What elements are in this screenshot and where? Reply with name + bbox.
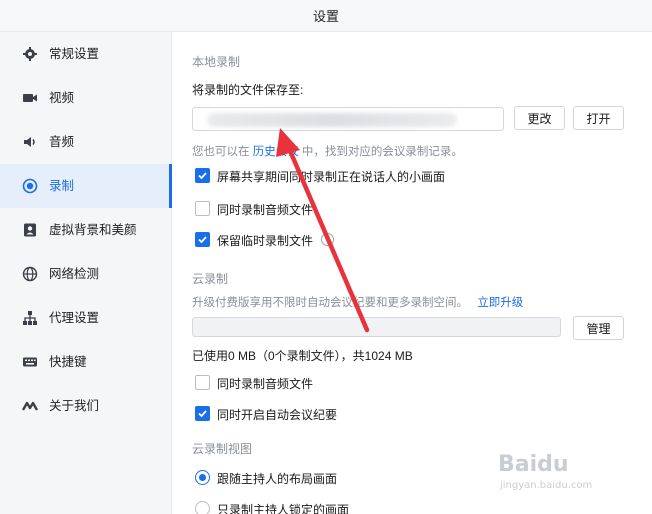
info-icon[interactable]: i <box>321 233 334 246</box>
sidebar-item-label: 快捷键 <box>49 355 87 369</box>
auto-meeting-minutes-label: 同时开启自动会议纪要 <box>217 408 338 422</box>
change-path-button[interactable]: 更改 <box>514 106 565 130</box>
follow-host-layout-label: 跟随主持人的布局画面 <box>217 472 338 486</box>
portrait-icon <box>24 223 36 237</box>
host-locked-view-radio[interactable] <box>195 501 210 514</box>
sidebar-item-about[interactable]: 关于我们 <box>0 384 172 428</box>
window-titlebar: 设置 <box>0 0 652 32</box>
upgrade-hint-text: 升级付费版享用不限时自动会议纪要和更多录制空间。 <box>192 297 468 309</box>
history-hint: 您也可以在 历史会议 中，找到对应的会议录制记录。 <box>192 143 463 159</box>
save-path-value-redacted <box>207 113 457 127</box>
sidebar-item-network-test[interactable]: 网络检测 <box>0 252 172 296</box>
speaker-icon <box>24 137 35 147</box>
save-location-label: 将录制的文件保存至: <box>192 83 304 97</box>
sidebar-item-label: 录制 <box>49 179 75 193</box>
sidebar-item-label: 音频 <box>49 135 75 149</box>
follow-host-layout-radio[interactable] <box>195 470 210 485</box>
sidebar-item-shortcuts[interactable]: 快捷键 <box>0 340 172 384</box>
sidebar-item-general[interactable]: 常规设置 <box>0 32 172 76</box>
watermark-url: jingyan.baidu.com <box>500 480 593 491</box>
local-recording-title: 本地录制 <box>192 55 241 69</box>
brand-logo-icon <box>22 401 38 411</box>
sidebar-item-audio[interactable]: 音频 <box>0 120 172 164</box>
keep-temp-files-checkbox[interactable] <box>195 232 210 247</box>
gear-icon <box>23 47 37 61</box>
history-hint-prefix: 您也可以在 <box>192 146 250 158</box>
sidebar-item-label: 视频 <box>49 91 75 105</box>
sidebar-item-label: 虚拟背景和美颜 <box>49 223 137 237</box>
cloud-storage-bar <box>192 317 561 337</box>
sidebar-item-label: 常规设置 <box>49 47 100 61</box>
local-record-audio-label: 同时录制音频文件 <box>217 203 314 217</box>
keyboard-icon <box>23 357 37 367</box>
keep-temp-files-label: 保留临时录制文件 <box>217 234 314 248</box>
record-speaker-during-share-label: 屏幕共享期间同时录制正在说话人的小画面 <box>217 170 446 184</box>
recording-settings-panel: 本地录制 将录制的文件保存至: 更改 打开 您也可以在 历史会议 中，找到对应的… <box>173 32 652 514</box>
cloud-view-title: 云录制视图 <box>192 442 253 456</box>
cloud-recording-title: 云录制 <box>192 272 229 286</box>
history-meetings-link[interactable]: 历史会议 <box>253 146 299 158</box>
sidebar-item-label: 网络检测 <box>49 267 100 281</box>
save-path-field[interactable] <box>192 107 504 131</box>
sidebar-item-label: 关于我们 <box>49 399 100 413</box>
sidebar-item-proxy[interactable]: 代理设置 <box>0 296 172 340</box>
cloud-record-audio-label: 同时录制音频文件 <box>217 377 314 391</box>
sidebar-item-recording[interactable]: 录制 <box>0 164 172 208</box>
history-hint-suffix: 中，找到对应的会议录制记录。 <box>301 146 463 158</box>
upgrade-now-link[interactable]: 立即升级 <box>477 297 523 309</box>
baidu-watermark: Baidu jingyan.baidu.com <box>498 452 618 500</box>
host-locked-view-label: 只录制主持人锁定的画面 <box>217 503 350 514</box>
watermark-brand: Baidu <box>498 452 569 477</box>
network-tree-icon <box>23 311 37 325</box>
cloud-usage-text: 已使用0 MB（0个录制文件），共1024 MB <box>192 349 413 363</box>
manage-button[interactable]: 管理 <box>573 316 624 340</box>
sidebar-item-label: 代理设置 <box>49 311 100 325</box>
settings-sidebar: 常规设置 视频 音频 录制 虚拟背景和美颜 网络检测 代理设置 快捷键 关于我们 <box>0 32 172 514</box>
checkmark-icon <box>198 172 207 180</box>
upgrade-hint: 升级付费版享用不限时自动会议纪要和更多录制空间。 立即升级 <box>192 294 523 310</box>
window-title: 设置 <box>312 9 339 24</box>
record-speaker-during-share-checkbox[interactable] <box>195 168 210 183</box>
sidebar-item-virtual-background[interactable]: 虚拟背景和美颜 <box>0 208 172 252</box>
open-folder-button[interactable]: 打开 <box>573 106 624 130</box>
local-record-audio-checkbox[interactable] <box>195 201 210 216</box>
sidebar-item-video[interactable]: 视频 <box>0 76 172 120</box>
checkmark-icon <box>198 236 207 244</box>
auto-meeting-minutes-checkbox[interactable] <box>195 406 210 421</box>
cloud-record-audio-checkbox[interactable] <box>195 375 210 390</box>
video-camera-icon <box>23 94 37 102</box>
record-icon <box>22 178 38 194</box>
checkmark-icon <box>198 410 207 418</box>
globe-icon <box>22 266 38 282</box>
